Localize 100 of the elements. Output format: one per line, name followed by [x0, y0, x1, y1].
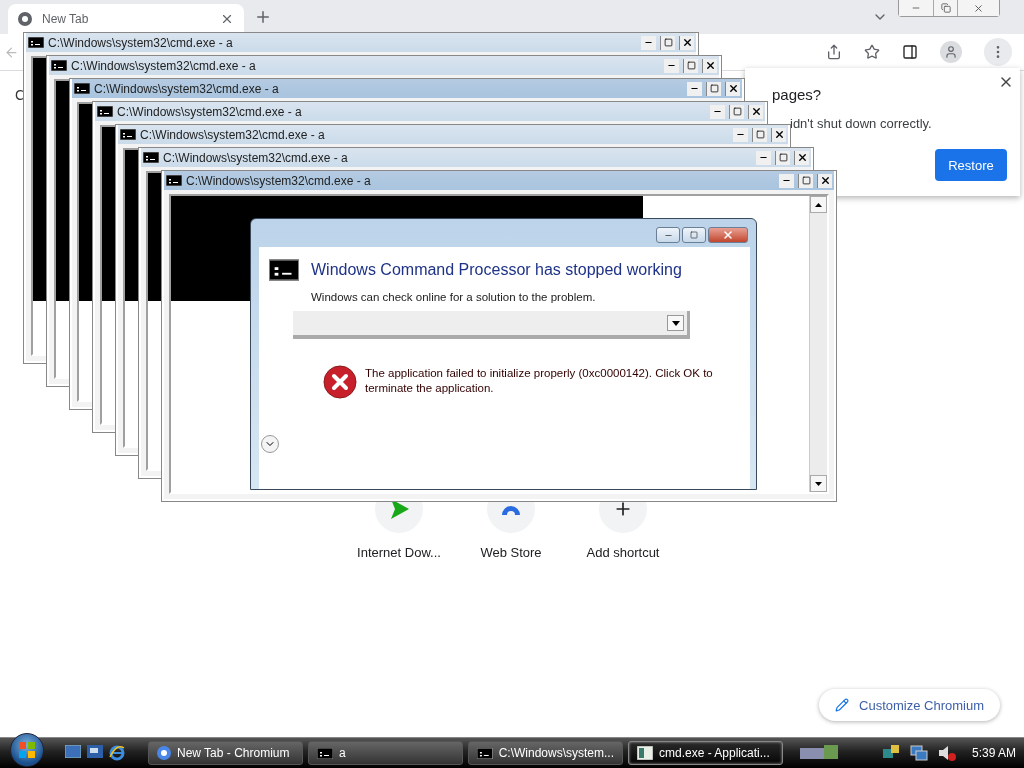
maximize-button[interactable] [660, 35, 675, 50]
console-icon [143, 152, 159, 163]
maximize-button[interactable] [752, 127, 767, 142]
window-title-bar[interactable]: C:\Windows\system32\cmd.exe - a [118, 125, 788, 144]
customize-button[interactable]: Customize Chromium [819, 689, 1000, 721]
tab-title: New Tab [42, 12, 90, 26]
browser-tab[interactable]: New Tab [8, 4, 244, 34]
windows-logo-icon [19, 742, 35, 758]
maximize-icon [755, 130, 765, 139]
browser-icon [18, 12, 32, 26]
dialog-heading: Windows Command Processor has stopped working [311, 261, 682, 279]
window-title-bar[interactable]: C:\Windows\system32\cmd.exe - a [164, 171, 834, 190]
close-icon [681, 37, 693, 48]
pencil-icon [835, 698, 849, 712]
close-icon [722, 229, 734, 241]
up-arrow-icon [815, 202, 822, 207]
dropdown-button[interactable] [667, 315, 684, 331]
minimize-button[interactable] [779, 173, 794, 188]
window-title-bar[interactable]: C:\Windows\system32\cmd.exe - a [49, 56, 719, 75]
console-icon [51, 60, 67, 71]
close-button[interactable] [817, 173, 832, 188]
person-icon [944, 45, 958, 59]
taskbar-button[interactable]: C:\Windows\system... [468, 741, 623, 765]
maximize-icon [801, 176, 811, 185]
window-title: C:\Windows\system32\cmd.exe - a [94, 81, 280, 96]
window-title-bar[interactable]: C:\Windows\system32\cmd.exe - a [141, 148, 811, 167]
bubble-title: pages? [772, 86, 822, 103]
window-title-bar[interactable]: C:\Windows\system32\cmd.exe - a [95, 102, 765, 121]
minimize-button[interactable] [710, 104, 725, 119]
maximize-button[interactable] [683, 58, 698, 73]
shortcut-label: Add shortcut [586, 545, 660, 560]
minimize-button[interactable] [656, 227, 680, 243]
maximize-button[interactable] [706, 81, 721, 96]
close-button[interactable] [771, 127, 786, 142]
maximize-button[interactable] [682, 227, 706, 243]
taskbar-button[interactable]: a [308, 741, 463, 765]
scrollbar[interactable] [809, 196, 827, 492]
close-button[interactable] [748, 104, 763, 119]
clock[interactable]: 5:39 AM [971, 746, 1016, 760]
dialog-subtext: Windows can check online for a solution to the problem. [311, 291, 597, 303]
close-button[interactable] [794, 150, 809, 165]
close-icon [796, 152, 808, 163]
maximize-button[interactable] [775, 150, 790, 165]
close-icon[interactable] [220, 12, 234, 26]
maximize-icon [690, 231, 698, 239]
bubble-message: idn't shut down correctly. [790, 116, 932, 131]
window-title: C:\Windows\system32\cmd.exe - a [117, 104, 303, 119]
console-icon [28, 37, 44, 48]
down-arrow-icon [815, 481, 822, 486]
close-button[interactable] [725, 81, 740, 96]
maximize-icon [686, 61, 696, 70]
error-icon [323, 365, 357, 399]
monitor-icon[interactable] [909, 745, 928, 761]
restore-button[interactable]: Restore [935, 149, 1007, 181]
minimize-button[interactable] [733, 127, 748, 142]
close-icon [727, 83, 739, 94]
windows-switch-icon[interactable] [87, 745, 103, 758]
minimize-button[interactable] [687, 81, 702, 96]
maximize-button[interactable] [729, 104, 744, 119]
window-title-bar[interactable]: C:\Windows\system32\cmd.exe - a [72, 79, 742, 98]
restore-button[interactable] [933, 0, 957, 16]
profile-button[interactable] [940, 41, 962, 63]
window-title: C:\Windows\system32\cmd.exe - a [163, 150, 349, 165]
expand-button[interactable] [261, 435, 279, 453]
console-icon [477, 747, 493, 759]
maximize-icon [732, 107, 742, 116]
close-button[interactable] [702, 58, 717, 73]
muted-speaker-icon[interactable] [937, 745, 956, 761]
console-icon [97, 106, 113, 117]
window-thumbnail-icon[interactable] [800, 745, 838, 761]
taskbar-button[interactable]: cmd.exe - Applicati... [628, 741, 783, 765]
error-message: The application failed to initialize properly (0xc0000142). Click OK to terminate the application. [365, 366, 714, 396]
close-icon [773, 129, 785, 140]
new-tab-icon[interactable] [254, 8, 272, 26]
start-button[interactable] [10, 733, 44, 767]
console-icon [317, 747, 333, 759]
taskbar-button[interactable]: New Tab - Chromium [148, 741, 303, 765]
caret-icon [671, 320, 680, 326]
close-icon [819, 175, 831, 186]
scroll-down-button[interactable] [810, 475, 827, 492]
star-icon[interactable] [864, 44, 880, 60]
browser-icon [157, 746, 171, 760]
browser-e-icon[interactable] [109, 745, 125, 761]
maximize-button[interactable] [798, 173, 813, 188]
side-panel-icon[interactable] [902, 44, 918, 60]
minimize-button[interactable] [756, 150, 771, 165]
share-icon[interactable] [826, 44, 842, 60]
scroll-up-button[interactable] [810, 196, 827, 213]
console-icon [120, 129, 136, 140]
close-icon [704, 60, 716, 71]
maximize-icon [663, 38, 673, 47]
console-icon [269, 259, 299, 281]
shortcut-label: Internet Dow... [357, 545, 441, 560]
window-icon [637, 746, 653, 760]
close-button[interactable] [679, 35, 694, 50]
window-title-bar[interactable]: C:\Windows\system32\cmd.exe - a [26, 33, 696, 52]
minimize-button[interactable] [664, 58, 679, 73]
minimize-button[interactable] [641, 35, 656, 50]
maximize-icon [778, 153, 788, 162]
window-title: C:\Windows\system32\cmd.exe - a [48, 35, 234, 50]
